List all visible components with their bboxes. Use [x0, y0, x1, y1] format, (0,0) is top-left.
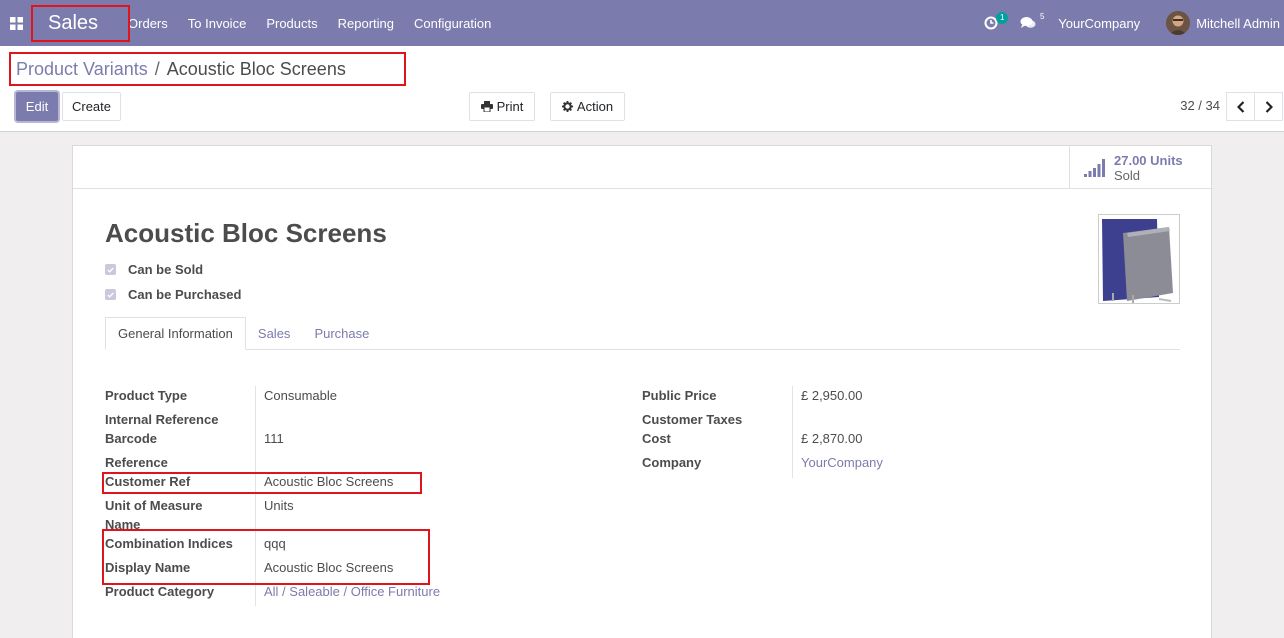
print-button[interactable]: Print — [469, 92, 535, 121]
can-be-purchased-row: Can be Purchased — [105, 287, 241, 302]
public-price-value[interactable]: £ 2,950.00 — [801, 386, 862, 405]
uom-name-label-line1: Unit of Measure — [105, 498, 203, 513]
breadcrumb-product-variants[interactable]: Product Variants — [16, 59, 148, 80]
button-box: 27.00 Units Sold — [73, 146, 1211, 189]
control-panel: Product Variants / Acoustic Bloc Screens… — [0, 46, 1284, 132]
notebook-tabs: General Information Sales Purchase — [105, 317, 1180, 350]
product-type-label: Product Type — [105, 388, 188, 403]
main-menu: Orders To Invoice Products Reporting Con… — [118, 0, 501, 46]
avatar — [1166, 11, 1191, 35]
user-name: Mitchell Admin — [1196, 15, 1280, 31]
form-sheet: 27.00 Units Sold Acoustic Bloc Screens C… — [72, 145, 1212, 638]
pager-next[interactable] — [1254, 92, 1283, 121]
uom-name-value[interactable]: Units — [264, 496, 294, 515]
display-name-value[interactable]: Acoustic Bloc Screens — [264, 558, 393, 577]
breadcrumb: Product Variants / Acoustic Bloc Screens — [16, 59, 346, 80]
cost-value[interactable]: £ 2,870.00 — [801, 429, 862, 448]
printer-icon — [480, 101, 493, 112]
product-category-link[interactable]: All / Saleable / Office Furniture — [264, 582, 440, 601]
messaging-menu[interactable]: 5 — [1010, 0, 1046, 46]
product-title: Acoustic Bloc Screens — [105, 218, 387, 248]
comments-icon — [1020, 17, 1036, 28]
menu-products[interactable]: Products — [256, 0, 327, 46]
cost-label: Cost — [642, 431, 671, 446]
display-name-label: Display Name — [105, 560, 191, 575]
breadcrumb-separator: / — [154, 59, 160, 79]
activity-count-badge: 1 — [996, 12, 1009, 24]
tab-purchase[interactable]: Purchase — [302, 317, 381, 350]
sold-stat-label: Sold — [1114, 167, 1141, 183]
top-navbar: Sales Orders To Invoice Products Reporti… — [0, 0, 1284, 46]
customer-ref-value[interactable]: Acoustic Bloc Screens — [264, 472, 393, 491]
public-price-label: Public Price — [642, 388, 717, 403]
breadcrumb-current: Acoustic Bloc Screens — [166, 59, 346, 79]
customer-ref-label: Customer Ref — [105, 474, 191, 489]
pager-value: 32 / 34 — [1180, 98, 1220, 113]
message-count-badge: 5 — [1040, 12, 1045, 21]
right-group-separator — [792, 386, 793, 478]
signal-bars-icon — [1084, 158, 1105, 177]
menu-to-invoice[interactable]: To Invoice — [178, 0, 257, 46]
chevron-left-icon — [1236, 100, 1244, 113]
left-group-separator — [255, 386, 256, 606]
pager-previous[interactable] — [1226, 92, 1255, 121]
create-button[interactable]: Create — [62, 92, 121, 121]
barcode-label: Barcode — [105, 431, 158, 446]
internal-reference-label: Internal Reference — [105, 412, 219, 427]
systray: 1 5 YourCompany Mitchell Admin — [974, 0, 1284, 46]
can-be-sold-checkbox[interactable] — [105, 264, 116, 275]
menu-configuration[interactable]: Configuration — [404, 0, 501, 46]
combination-indices-value[interactable]: qqq — [264, 534, 286, 553]
product-type-value[interactable]: Consumable — [264, 386, 337, 405]
reference-label: Reference — [105, 455, 168, 470]
menu-reporting[interactable]: Reporting — [328, 0, 404, 46]
can-be-purchased-checkbox[interactable] — [105, 289, 116, 300]
barcode-value[interactable]: 111 — [264, 429, 284, 448]
company-label: Company — [642, 455, 702, 470]
customer-taxes-label: Customer Taxes — [642, 412, 743, 427]
tab-general-information[interactable]: General Information — [105, 317, 246, 350]
tab-sales[interactable]: Sales — [246, 317, 303, 350]
edit-button[interactable]: Edit — [16, 92, 58, 121]
apps-menu-icon[interactable] — [0, 0, 32, 46]
action-label: Action — [576, 99, 614, 114]
combination-indices-label: Combination Indices — [105, 536, 233, 551]
company-link[interactable]: YourCompany — [801, 453, 883, 472]
menu-orders[interactable]: Orders — [118, 0, 178, 46]
user-menu[interactable]: Mitchell Admin — [1156, 0, 1284, 46]
action-button[interactable]: Action — [550, 92, 625, 121]
company-switcher[interactable]: YourCompany — [1048, 0, 1156, 46]
sold-stat-value: 27.00 Units — [1114, 152, 1183, 168]
app-brand[interactable]: Sales — [34, 5, 112, 41]
can-be-purchased-label: Can be Purchased — [128, 287, 242, 302]
can-be-sold-row: Can be Sold — [105, 262, 203, 277]
gear-icon — [561, 101, 573, 112]
activity-menu[interactable]: 1 — [974, 0, 1009, 46]
check-icon — [107, 292, 114, 298]
chevron-right-icon — [1265, 100, 1273, 113]
sold-stat-button[interactable]: 27.00 Units Sold — [1069, 146, 1211, 189]
can-be-sold-label: Can be Sold — [128, 262, 204, 277]
product-category-label: Product Category — [105, 584, 215, 599]
uom-name-label-line2: Name — [105, 517, 141, 532]
print-label: Print — [496, 99, 524, 114]
check-icon — [107, 267, 114, 273]
product-image[interactable] — [1098, 214, 1180, 304]
